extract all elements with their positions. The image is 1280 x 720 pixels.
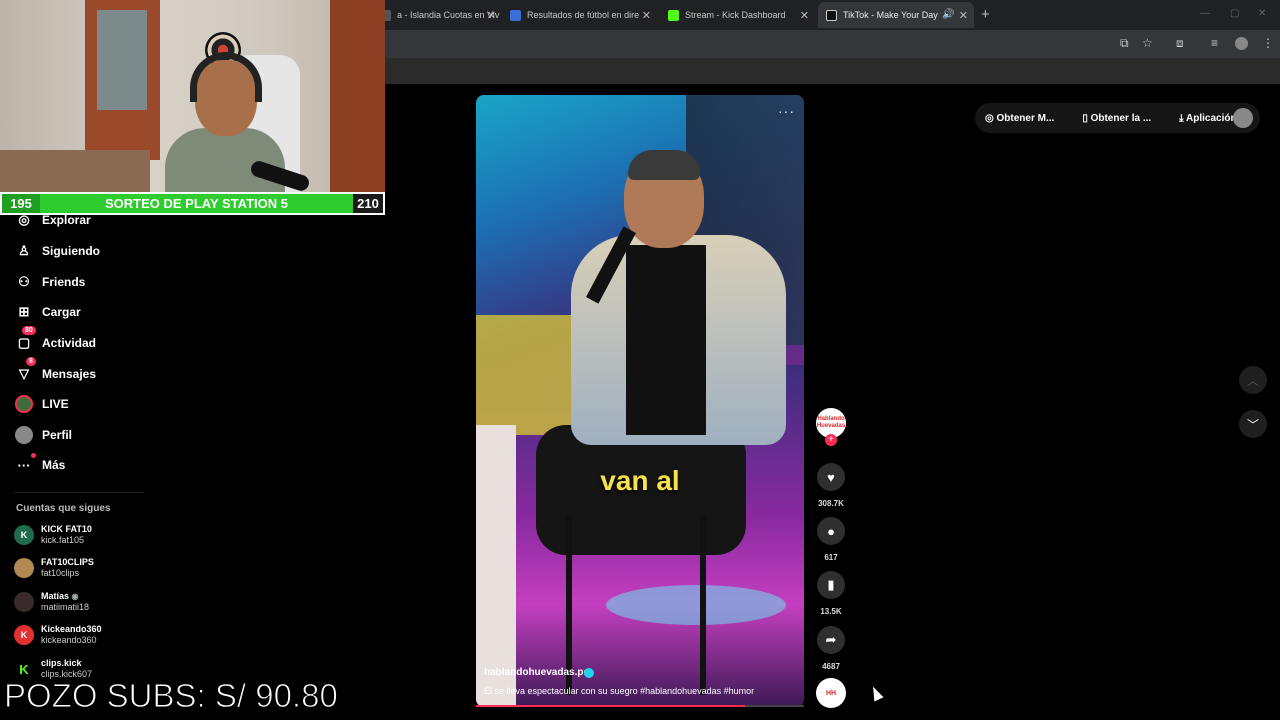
profile-avatar[interactable] (1235, 37, 1248, 50)
video-caption: van al (600, 465, 680, 496)
sidebar-item-friends[interactable]: ⚇ Friends (14, 270, 85, 294)
sorteo-right-count: 210 (353, 194, 383, 213)
bookmark-star-icon[interactable]: ☆ (1142, 36, 1153, 50)
live-icon (14, 394, 34, 414)
activity-badge: 80 (22, 326, 36, 335)
close-tab-icon[interactable]: ✕ (642, 9, 651, 22)
tab-resultados[interactable]: Resultados de fútbol en directo ✕ (502, 2, 657, 28)
new-tab-button[interactable]: + (981, 6, 990, 23)
close-tab-icon[interactable]: ✕ (800, 9, 809, 22)
get-app-button[interactable]: ▯ Obtener la ... (1082, 113, 1165, 124)
account-item[interactable]: FAT10CLIPS fat10clips (14, 555, 94, 581)
tab-tiktok[interactable]: TikTok - Make Your Day 🔊 ✕ (818, 2, 974, 28)
site-favicon-icon (510, 9, 521, 21)
bookmark-icon: ▮ (827, 577, 835, 592)
save-button[interactable]: ▮ (817, 571, 845, 599)
sidebar-item-perfil[interactable]: Perfil (14, 423, 72, 447)
divider (14, 492, 144, 493)
install-app-icon[interactable]: ⧉ (1120, 36, 1129, 51)
webcam-overlay (0, 0, 385, 192)
like-button[interactable]: ♥ (817, 463, 845, 491)
tab-kick-dashboard[interactable]: Stream - Kick Dashboard ✕ (660, 2, 815, 28)
video-progress-fill (476, 705, 745, 707)
next-video-button[interactable]: ﹀ (1239, 410, 1267, 438)
profile-icon (14, 425, 34, 445)
browser-menu-icon[interactable]: ⋮ (1262, 36, 1274, 50)
window-close-icon[interactable]: ✕ (1258, 8, 1266, 19)
share-icon: ➦ (825, 632, 837, 647)
heart-icon: ♥ (827, 469, 835, 485)
kick-favicon-icon (668, 9, 679, 21)
more-icon: ··· (14, 453, 36, 475)
comment-count: 617 (824, 553, 838, 562)
upload-icon: ⊞ (18, 304, 30, 319)
video-description: Él se lleva espectacular con su suegro #… (484, 686, 755, 696)
follow-plus-icon[interactable]: + (825, 434, 837, 446)
minimize-icon[interactable]: — (1200, 8, 1210, 19)
account-item[interactable]: K Kickeando360 kickeando360 (14, 622, 102, 648)
avatar (14, 558, 34, 578)
badge-icon: ◉ (71, 592, 79, 601)
share-button[interactable]: ➦ (817, 626, 845, 654)
avatar: K (14, 525, 34, 545)
sorteo-banner: 195 SORTEO DE PLAY STATION 5 210 (0, 192, 385, 215)
sidebar-item-mensajes[interactable]: ▽ 8 Mensajes (14, 357, 96, 386)
close-tab-icon[interactable]: ✕ (959, 9, 968, 22)
sidebar-item-live[interactable]: LIVE (14, 392, 69, 416)
music-disc-avatar[interactable]: HH (816, 678, 846, 708)
sorteo-title: SORTEO DE PLAY STATION 5 (105, 196, 288, 211)
account-item[interactable]: Matías ◉ matiimatii18 (14, 589, 89, 615)
comment-icon: ● (827, 523, 835, 539)
like-count: 308.7K (818, 499, 844, 508)
account-item[interactable]: K KICK FAT10 kick.fat105 (14, 522, 92, 548)
tiktok-favicon-icon (826, 9, 837, 21)
maximize-icon[interactable]: ▢ (1230, 8, 1239, 19)
video-player[interactable]: van al (476, 95, 804, 707)
user-follow-icon: ♙ (18, 243, 30, 258)
avatar[interactable] (1233, 108, 1253, 128)
avatar: K (14, 659, 34, 679)
activity-icon: ▢ 80 (14, 326, 36, 353)
sidebar-item-actividad[interactable]: ▢ 80 Actividad (14, 326, 96, 355)
sorteo-left-count: 195 (2, 194, 40, 213)
extensions-icon[interactable]: ⧈ (1176, 36, 1184, 51)
video-more-icon[interactable]: ··· (778, 103, 795, 119)
following-header: Cuentas que sigues (16, 503, 111, 514)
video-progress-bar[interactable] (476, 705, 804, 707)
share-count: 4687 (822, 662, 840, 671)
close-tab-icon[interactable]: ✕ (487, 9, 496, 22)
comment-button[interactable]: ● (817, 517, 845, 545)
previous-video-button[interactable]: ︿ (1239, 366, 1267, 394)
tab-islandia[interactable]: a - Islandia Cuotas en Viv ✕ (372, 2, 502, 28)
save-count: 13.5K (820, 607, 842, 616)
audio-playing-icon[interactable]: 🔊 (942, 9, 954, 20)
sidebar-item-cargar[interactable]: ⊞ Cargar (14, 300, 81, 324)
verified-icon (584, 668, 594, 678)
messages-icon: ▽ 8 (14, 357, 36, 384)
avatar (14, 592, 34, 612)
sidebar-item-mas[interactable]: ··· Más (14, 453, 65, 477)
get-coins-button[interactable]: ◎ Obtener M... (985, 113, 1068, 124)
top-actions-bar: ◎ Obtener M... ▯ Obtener la ... ⤓ Aplica… (975, 103, 1260, 133)
friends-icon: ⚇ (18, 274, 30, 289)
messages-badge: 8 (26, 357, 36, 366)
avatar: K (14, 625, 34, 645)
chevron-down-icon: ﹀ (1246, 417, 1259, 432)
chevron-up-icon: ︿ (1246, 373, 1259, 388)
media-controls-icon[interactable]: ≡ (1211, 36, 1218, 50)
video-username[interactable]: hablandohuevadas.pe (484, 667, 589, 678)
pozo-subs-overlay: POZO SUBS: S/ 90.80 (4, 677, 339, 715)
sidebar-item-siguiendo[interactable]: ♙ Siguiendo (14, 239, 100, 263)
